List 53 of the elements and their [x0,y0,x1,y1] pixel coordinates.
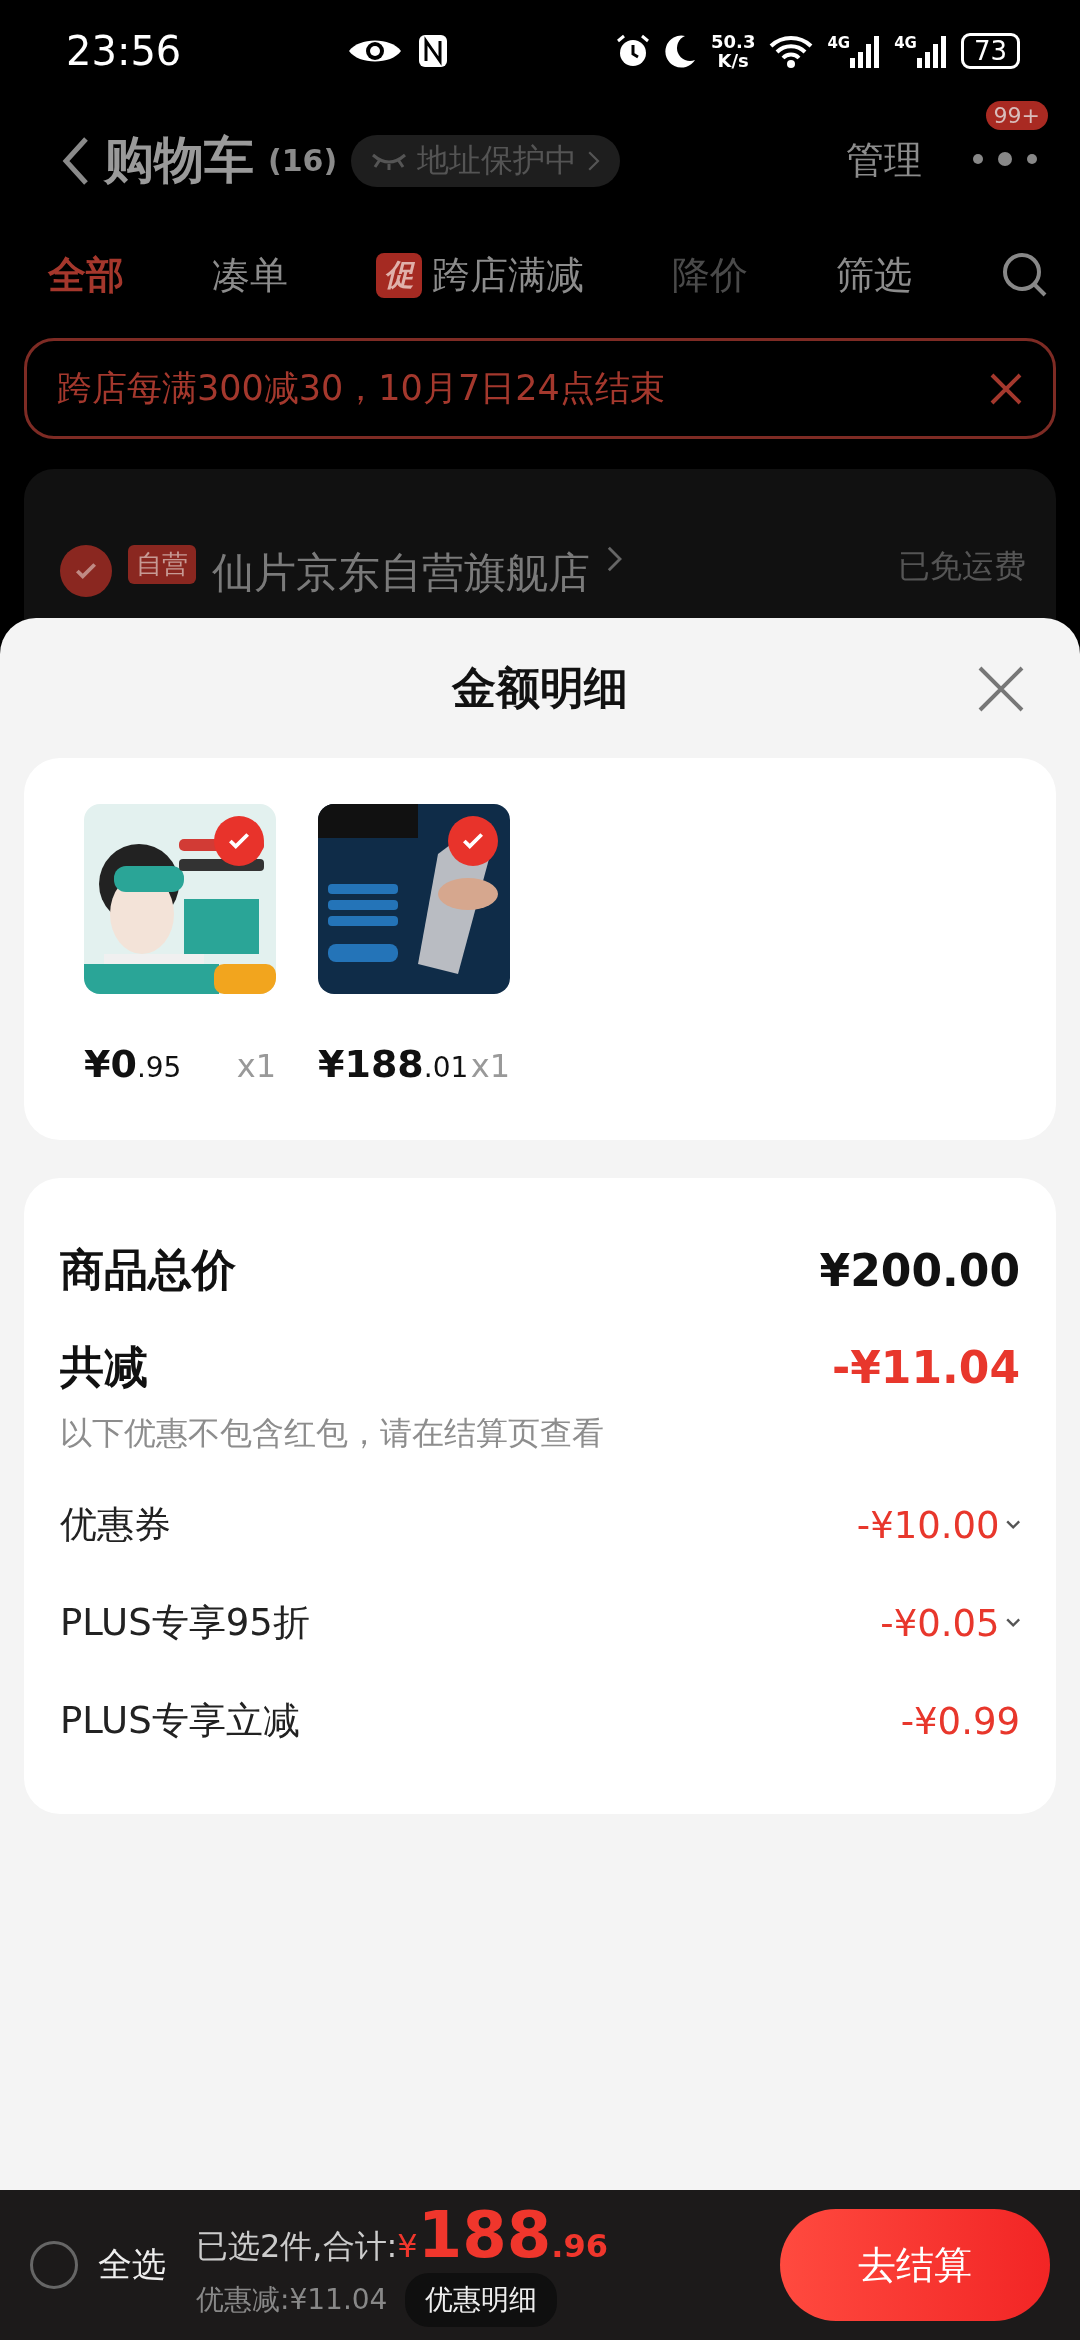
manage-link[interactable]: 管理 [846,135,922,187]
selected-summary: 已选2件,合计: [196,2226,398,2267]
filter-tab[interactable]: 促 跨店满减 [376,249,584,301]
discount-value: -¥11.04 [831,1341,1020,1393]
moon-icon [665,33,697,68]
discount-item-value: -¥0.99 [900,1699,1020,1743]
alarm-icon [615,32,651,69]
promo-text: 跨店每满300减30，10月7日24点结束 [57,367,665,411]
discount-item-label: 优惠券 [60,1502,171,1548]
saving-text: 优惠减:¥11.04 [196,2282,388,2318]
store-checkbox[interactable] [60,545,112,597]
notification-badge: 99+ [985,100,1048,130]
product-quantity: x1 [470,1047,510,1085]
total-price-decimal: .96 [551,2227,608,2265]
product-price: ¥188.01 [318,1042,469,1086]
nfc-icon [417,32,450,69]
discount-item-value[interactable]: -¥0.05 [880,1601,1000,1645]
page-title: 购物车 [104,130,254,192]
filter-tab[interactable]: 全部 [48,249,124,301]
close-icon[interactable] [989,371,1023,406]
total-label: 商品总价 [60,1242,236,1297]
network-label: 4G [894,33,917,52]
product-price: ¥0.95 [84,1042,182,1086]
discount-detail-button[interactable]: 优惠明细 [405,2273,558,2327]
shipping-note: 已免运费 [898,546,1026,587]
discount-label: 共减 [60,1339,148,1394]
filter-tab[interactable]: 凑单 [212,249,288,301]
currency-sign: ¥ [397,2227,418,2265]
status-time: 23:56 [66,27,182,74]
checkout-button[interactable]: 去结算 [780,2209,1050,2321]
self-operated-tag: 自营 [128,545,196,584]
store-name[interactable]: 仙片京东自营旗舰店 [212,545,590,601]
chevron-icon [587,149,601,172]
discount-note: 以下优惠不包含红包，请在结算页查看 [60,1413,605,1454]
discount-item-label: PLUS专享立减 [60,1698,300,1744]
filter-tab[interactable]: 筛选 [836,249,912,301]
item-count: (16) [268,143,338,179]
product-quantity: x1 [236,1047,276,1085]
signal-icon [850,33,881,68]
select-all-checkbox[interactable] [30,2241,78,2289]
battery-level: 73 [960,32,1020,69]
chevron-icon [606,545,623,573]
wifi-icon [769,33,814,68]
discount-item-value[interactable]: -¥10.00 [856,1503,1000,1547]
network-speed: 50.3 K/s [711,31,756,70]
discount-item-label: PLUS专享95折 [60,1600,310,1646]
network-label: 4G [827,33,851,52]
signal-icon [916,33,947,68]
select-all-label: 全选 [98,2243,166,2286]
total-price: 188 [417,2203,552,2267]
sheet-title: 金额明细 [452,660,628,715]
total-value: ¥200.00 [819,1244,1020,1296]
promo-tag: 促 [376,252,422,298]
